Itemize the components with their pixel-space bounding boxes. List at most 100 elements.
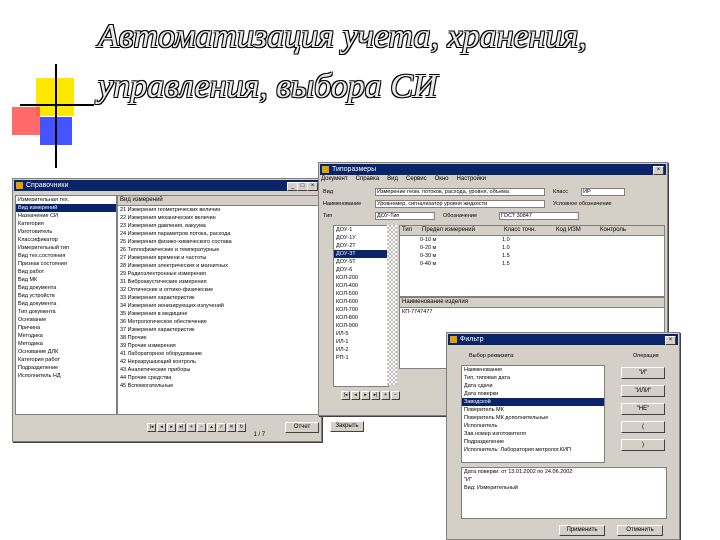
sizes-table[interactable]: Тип Предел измерений Класс точн. Код ИЗМ…	[399, 225, 665, 297]
list-item[interactable]: 35 Измерения в медицине	[118, 310, 318, 318]
list-item[interactable]: 33 Измерения характеристик	[118, 294, 318, 302]
cancel-record-button[interactable]: ✕	[227, 423, 236, 432]
list-item[interactable]: 42 Неразрушающий контроль	[118, 358, 318, 366]
field-item[interactable]: Наименование	[462, 366, 604, 374]
save-record-button[interactable]: ✓	[217, 423, 226, 432]
tree-item[interactable]: Методика	[16, 332, 116, 340]
list-item[interactable]: 21 Измерения геометрических величин	[118, 206, 318, 214]
list-item[interactable]: 32 Оптические и оптико-физические	[118, 286, 318, 294]
items-table-row[interactable]: КП-7747477	[400, 308, 664, 316]
edit-record-button[interactable]: ▴	[207, 423, 216, 432]
tree-item[interactable]: Исполнитель НД	[16, 372, 116, 380]
list-item[interactable]: 37 Измерения характеристик	[118, 326, 318, 334]
list-item[interactable]: 29 Радиоэлектронные измерения	[118, 270, 318, 278]
tree-item[interactable]: Вид МК	[16, 276, 116, 284]
type-list-scroll[interactable]	[387, 225, 397, 385]
menu-item-settings[interactable]: Настройки	[457, 176, 486, 182]
type-item[interactable]: КОЛ-800	[334, 314, 388, 322]
table-row[interactable]: 0-20 м 1.0	[400, 244, 664, 252]
type-item[interactable]: ДОУ-3Т	[334, 250, 388, 258]
tree-item[interactable]: Изготовитель	[16, 228, 116, 236]
delete-record-button[interactable]: −	[197, 423, 206, 432]
close-button[interactable]: ×	[653, 166, 664, 175]
tree-item[interactable]: Вид устройств	[16, 292, 116, 300]
tree-item[interactable]: Вид измерений	[16, 204, 116, 212]
list-item[interactable]: 31 Виброакустические измерения	[118, 278, 318, 286]
tree-item[interactable]: Вид документа	[16, 300, 116, 308]
list-item[interactable]: 27 Измерения времени и частоты	[118, 254, 318, 262]
tree-item[interactable]: Тип документа	[16, 308, 116, 316]
type-list[interactable]: ДОУ-1 ДОУ-1У ДОУ-2Т ДОУ-3Т ДОУ-5Т ДОУ-6 КОЛ-20…	[333, 225, 389, 387]
field-item[interactable]: Дата сдачи	[462, 382, 604, 390]
list-item[interactable]: 25 Измерения физико-химического состава	[118, 238, 318, 246]
field-item[interactable]: Исполнитель: Лаборатория метролог.КИП	[462, 446, 604, 454]
list-item[interactable]: 45 Вспомогательные	[118, 382, 318, 390]
list-item[interactable]: 43 Аналитические приборы	[118, 366, 318, 374]
apply-button[interactable]: Применить	[559, 525, 605, 536]
type-item[interactable]: ИЛ-2	[334, 346, 388, 354]
add-record-button[interactable]: +	[187, 423, 196, 432]
measure-kind-list[interactable]: Вид измерений 21 Измерения геометрически…	[117, 195, 319, 415]
first-record-button[interactable]: |◂	[147, 423, 156, 432]
type-item[interactable]: КОЛ-900	[334, 322, 388, 330]
tree-item[interactable]: Категория работ	[16, 356, 116, 364]
filter-expression[interactable]: Дата поверки: от 13.01.2002 по 24.06.200…	[461, 467, 667, 519]
tree-item[interactable]: Причина	[16, 324, 116, 332]
type-item[interactable]: ДОУ-1У	[334, 234, 388, 242]
menu-item-help[interactable]: Справка	[356, 176, 380, 182]
next-record-button[interactable]: ▸	[361, 391, 370, 400]
tree-item[interactable]: Классификатор	[16, 236, 116, 244]
type-item[interactable]: ДОУ-2Т	[334, 242, 388, 250]
naim-field[interactable]: Уровнемер, сигнализатор уровня жидкости	[375, 200, 545, 208]
tree-item[interactable]: Назначение СИ	[16, 212, 116, 220]
field-item[interactable]: Подразделение	[462, 438, 604, 446]
menu-item-view[interactable]: Вид	[387, 176, 398, 182]
field-item[interactable]: Поверитель МК	[462, 406, 604, 414]
field-item[interactable]: Тип, типовая дата	[462, 374, 604, 382]
list-item[interactable]: 22 Измерения механических величин	[118, 214, 318, 222]
tree-item[interactable]: Основание	[16, 316, 116, 324]
first-record-button[interactable]: |◂	[341, 391, 350, 400]
close-button[interactable]: ×	[665, 336, 676, 345]
tree-item[interactable]: Измерительная тех.	[16, 196, 116, 204]
sizes-window-titlebar[interactable]: Типоразмеры ×	[320, 164, 666, 175]
table-row[interactable]: 0-30 м 1.5	[400, 252, 664, 260]
tree-item[interactable]: Категория	[16, 220, 116, 228]
filter-window[interactable]: Фильтр × Выбор реквизита: Операция Наиме…	[446, 332, 680, 540]
type-item[interactable]: КОЛ-400	[334, 282, 388, 290]
prev-record-button[interactable]: ◂	[157, 423, 166, 432]
menu-item-service[interactable]: Сервис	[406, 176, 427, 182]
operation-button[interactable]: "ИЛИ"	[621, 385, 665, 397]
type-item[interactable]: КОЛ-700	[334, 306, 388, 314]
tree-item[interactable]: Признак состояния	[16, 260, 116, 268]
type-item[interactable]: КОЛ-600	[334, 298, 388, 306]
type-item[interactable]: КОЛ-200	[334, 274, 388, 282]
list-item[interactable]: 26 Теплофизические и температурные	[118, 246, 318, 254]
type-item[interactable]: РП-1	[334, 354, 388, 362]
field-list[interactable]: Наименование Тип, типовая дата Дата сдачи Д…	[461, 365, 605, 463]
prev-record-button[interactable]: ◂	[351, 391, 360, 400]
type-item[interactable]: КОЛ-500	[334, 290, 388, 298]
list-item[interactable]: 41 Лабораторное оборудование	[118, 350, 318, 358]
tree-item[interactable]: Вид тех.состояния	[16, 252, 116, 260]
vid-field[interactable]: Измерение геом. потоков, расхода, уровня…	[375, 188, 545, 196]
operation-button[interactable]: )	[621, 439, 665, 451]
list-item[interactable]: 34 Измерения ионизирующих излучений	[118, 302, 318, 310]
tip-field[interactable]: ДОУ-Тип	[375, 212, 435, 220]
tree-item[interactable]: Вид работ	[16, 268, 116, 276]
table-row[interactable]: 0-40 м 1.5	[400, 260, 664, 268]
list-item[interactable]: 23 Измерения давления, вакуума	[118, 222, 318, 230]
close-reference-button[interactable]: Закрыть	[330, 421, 364, 432]
next-record-button[interactable]: ▸	[167, 423, 176, 432]
list-item[interactable]: 24 Измерения параметров потока, расхода	[118, 230, 318, 238]
close-button[interactable]: ×	[307, 182, 318, 191]
tree-item[interactable]: Методика	[16, 340, 116, 348]
reference-window-titlebar[interactable]: Справочники _ □ ×	[14, 180, 320, 191]
last-record-button[interactable]: ▸|	[371, 391, 380, 400]
list-item[interactable]: 36 Метрологическое обеспечение	[118, 318, 318, 326]
type-item[interactable]: ДОУ-1	[334, 226, 388, 234]
list-item[interactable]: 39 Прочие измерения	[118, 342, 318, 350]
filter-window-titlebar[interactable]: Фильтр ×	[448, 334, 678, 345]
list-item[interactable]: 28 Измерения электрических и магнитных	[118, 262, 318, 270]
menu-item-document[interactable]: Документ	[321, 176, 348, 182]
